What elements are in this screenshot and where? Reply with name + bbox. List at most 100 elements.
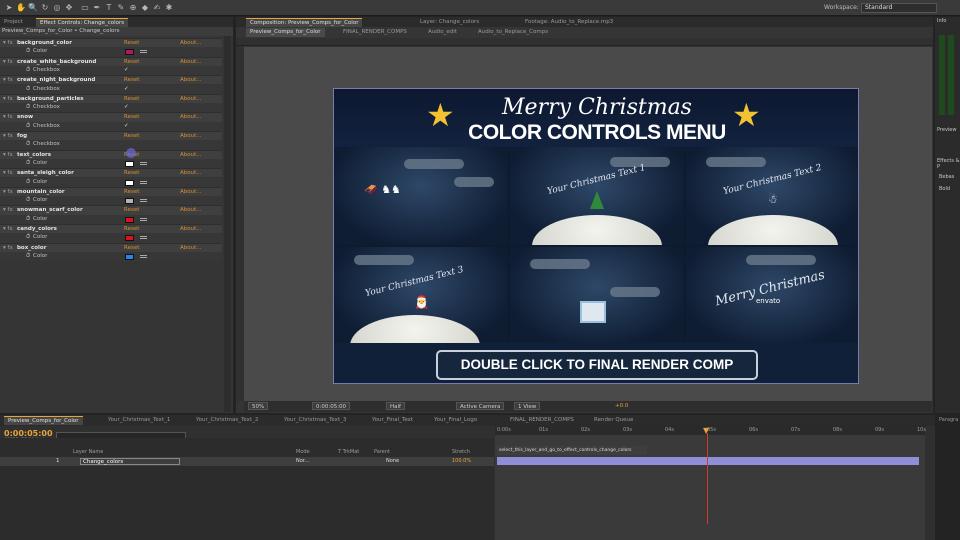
tab-project[interactable]: Project xyxy=(0,18,27,27)
stopwatch-icon[interactable]: ⏱ xyxy=(26,159,30,168)
layer-parent[interactable]: None xyxy=(386,458,399,464)
color-swatch[interactable] xyxy=(125,216,134,223)
tab-timeline[interactable]: Your_Christmas_Text_3 xyxy=(280,416,350,425)
color-swatch[interactable] xyxy=(125,253,134,260)
tab-timeline[interactable]: Your_Christmas_Text_1 xyxy=(104,416,174,425)
preview-tab[interactable]: Preview xyxy=(937,127,956,133)
effect-row[interactable]: ▾ fx create_night_background Reset About... xyxy=(0,75,222,85)
effect-row[interactable]: ▾ fxtext_colorsResetAbout... xyxy=(0,149,222,159)
eyedropper-icon[interactable] xyxy=(140,199,147,203)
tab-render-queue[interactable]: Render Queue xyxy=(590,416,637,425)
pen-tool-icon[interactable]: ✒ xyxy=(92,3,102,13)
stopwatch-icon[interactable]: ⏱ xyxy=(26,178,30,187)
breadcrumb-item[interactable]: Audio_to_Replace_Comps xyxy=(474,28,552,37)
stopwatch-icon[interactable]: ⏱ xyxy=(26,252,30,261)
roto-brush-icon[interactable]: ✍ xyxy=(152,3,162,13)
composition-frame[interactable]: ★ ★ Merry Christmas COLOR CONTROLS MENU … xyxy=(333,88,859,384)
eyedropper-icon[interactable] xyxy=(140,236,147,240)
color-swatch[interactable] xyxy=(125,160,134,167)
preview-tile-snowman[interactable]: Your Christmas Text 2 ☃ xyxy=(686,147,858,245)
stopwatch-icon[interactable]: ⏱ xyxy=(26,66,30,75)
eyedropper-icon[interactable] xyxy=(140,161,147,165)
selection-tool-icon[interactable]: ➤ xyxy=(4,3,14,13)
color-swatch[interactable] xyxy=(125,198,134,205)
tab-timeline[interactable]: Your_Christmas_Text_2 xyxy=(192,416,262,425)
pan-behind-tool-icon[interactable]: ✥ xyxy=(64,3,74,13)
stopwatch-icon[interactable]: ⏱ xyxy=(26,122,30,131)
color-swatch[interactable] xyxy=(125,49,134,56)
time-ruler[interactable]: 0:00s 01s 02s 03s 04s 05s 06s 07s 08s 09s 10s xyxy=(495,425,926,435)
preview-tile-gift[interactable] xyxy=(510,247,684,345)
checkbox[interactable]: ✓ xyxy=(124,85,129,94)
timeline-timecode[interactable]: 0:00:05:00 xyxy=(4,429,53,438)
effect-row[interactable]: ▾ fx mountain_color Reset About... xyxy=(0,186,222,197)
tab-timeline[interactable]: Preview_Comps_for_Color xyxy=(4,416,83,425)
stopwatch-icon[interactable]: ⏱ xyxy=(26,140,30,149)
composition-viewer[interactable]: ★ ★ Merry Christmas COLOR CONTROLS MENU … xyxy=(244,47,932,401)
eyedropper-icon[interactable] xyxy=(140,180,147,184)
rectangle-tool-icon[interactable]: ▭ xyxy=(80,3,90,13)
checkbox[interactable]: ✓ xyxy=(124,103,129,112)
tab-effect-controls[interactable]: Effect Controls: Change_colors xyxy=(36,18,129,27)
layer-stretch[interactable]: 100.0% xyxy=(452,458,471,464)
effect-row[interactable]: ▾ fx santa_sleigh_color Reset About... xyxy=(0,168,222,178)
effects-presets-tab[interactable]: Effects & P xyxy=(937,158,960,170)
color-swatch[interactable] xyxy=(125,235,134,242)
tab-composition[interactable]: Composition: Preview_Comps_for_Color xyxy=(246,18,363,27)
eyedropper-icon[interactable] xyxy=(140,217,147,221)
exposure-value[interactable]: +0.0 xyxy=(612,402,631,410)
camera-tool-icon[interactable]: ◎ xyxy=(52,3,62,13)
workspace-select[interactable]: Standard xyxy=(861,3,937,13)
preview-tile-santa[interactable]: Your Christmas Text 3 🎅 xyxy=(334,247,508,345)
breadcrumb-item[interactable]: FINAL_RENDER_COMPS xyxy=(339,28,411,37)
timeline-track-area[interactable]: 0:00s 01s 02s 03s 04s 05s 06s 07s 08s 09s 10s sele… xyxy=(495,425,926,540)
hand-tool-icon[interactable]: ✋ xyxy=(16,3,26,13)
effect-row[interactable]: ▾ fx background_particles Reset About... xyxy=(0,93,222,104)
final-render-button[interactable]: DOUBLE CLICK TO FINAL RENDER COMP xyxy=(436,350,758,380)
preview-tile-tree[interactable]: Your Christmas Text 1 xyxy=(510,147,684,245)
clone-tool-icon[interactable]: ⊕ xyxy=(128,3,138,13)
paragraph-tab[interactable]: Paragra xyxy=(939,417,958,423)
preview-tile-sleigh[interactable]: 🛷 ♞♞ xyxy=(334,147,508,245)
effect-row[interactable]: ▾ fx background_color Reset About... xyxy=(0,38,222,48)
effect-row[interactable]: ▾ fx box_color Reset About... xyxy=(0,242,222,252)
rotate-tool-icon[interactable]: ↻ xyxy=(40,3,50,13)
checkbox[interactable]: ✓ xyxy=(124,66,129,75)
stopwatch-icon[interactable]: ⏱ xyxy=(26,47,30,56)
stopwatch-icon[interactable]: ⏱ xyxy=(26,233,30,242)
checkbox[interactable]: ✓ xyxy=(124,122,129,131)
tab-footage[interactable]: Footage: Audio_to_Replace.mp3 xyxy=(521,18,617,27)
camera-select[interactable]: Active Camera xyxy=(456,402,505,410)
zoom-select[interactable]: 50% xyxy=(248,402,269,410)
effect-row[interactable]: ▾ fx snow Reset About... xyxy=(0,112,222,122)
eyedropper-icon[interactable] xyxy=(140,254,147,258)
info-tab[interactable]: Info xyxy=(937,18,946,24)
breadcrumb-item[interactable]: Preview_Comps_for_Color xyxy=(246,28,325,37)
eyedropper-icon[interactable] xyxy=(140,50,147,54)
breadcrumb-item[interactable]: Audio_edit xyxy=(424,28,461,37)
layer-name[interactable]: Change_colors xyxy=(80,458,180,465)
tab-layer[interactable]: Layer: Change_colors xyxy=(416,18,483,27)
effect-row[interactable]: ▾ fx snowman_scarf_color Reset About... xyxy=(0,205,222,215)
stopwatch-icon[interactable]: ⏱ xyxy=(26,85,30,94)
brush-tool-icon[interactable]: ✎ xyxy=(116,3,126,13)
color-swatch[interactable] xyxy=(125,179,134,186)
font-select[interactable]: Bebas xyxy=(939,174,954,180)
resolution-select[interactable]: Half xyxy=(386,402,405,410)
type-tool-icon[interactable]: T xyxy=(104,3,114,13)
tab-timeline[interactable]: Your_Final_Logo xyxy=(430,416,481,425)
puppet-tool-icon[interactable]: ✱ xyxy=(164,3,174,13)
effect-row[interactable]: ▾ fx candy_colors Reset About... xyxy=(0,224,222,234)
tab-timeline[interactable]: FINAL_RENDER_COMPS xyxy=(506,416,578,425)
tab-timeline[interactable]: Your_Final_Text xyxy=(368,416,417,425)
current-time-display[interactable]: 0:00:05:00 xyxy=(312,402,351,410)
stopwatch-icon[interactable]: ⏱ xyxy=(26,196,30,205)
effect-row[interactable]: ▾ fx create_white_background Reset About... xyxy=(0,56,222,66)
style-select[interactable]: Bold xyxy=(939,186,950,192)
effect-row[interactable]: ▾ fx fog Reset About... xyxy=(0,131,222,141)
stopwatch-icon[interactable]: ⏱ xyxy=(26,215,30,224)
zoom-tool-icon[interactable]: 🔍 xyxy=(28,3,38,13)
preview-tile-merry[interactable]: Merry Christmas envato xyxy=(686,247,858,345)
layer-duration-bar[interactable] xyxy=(497,457,919,465)
layer-mode[interactable]: Nor... xyxy=(296,458,309,464)
